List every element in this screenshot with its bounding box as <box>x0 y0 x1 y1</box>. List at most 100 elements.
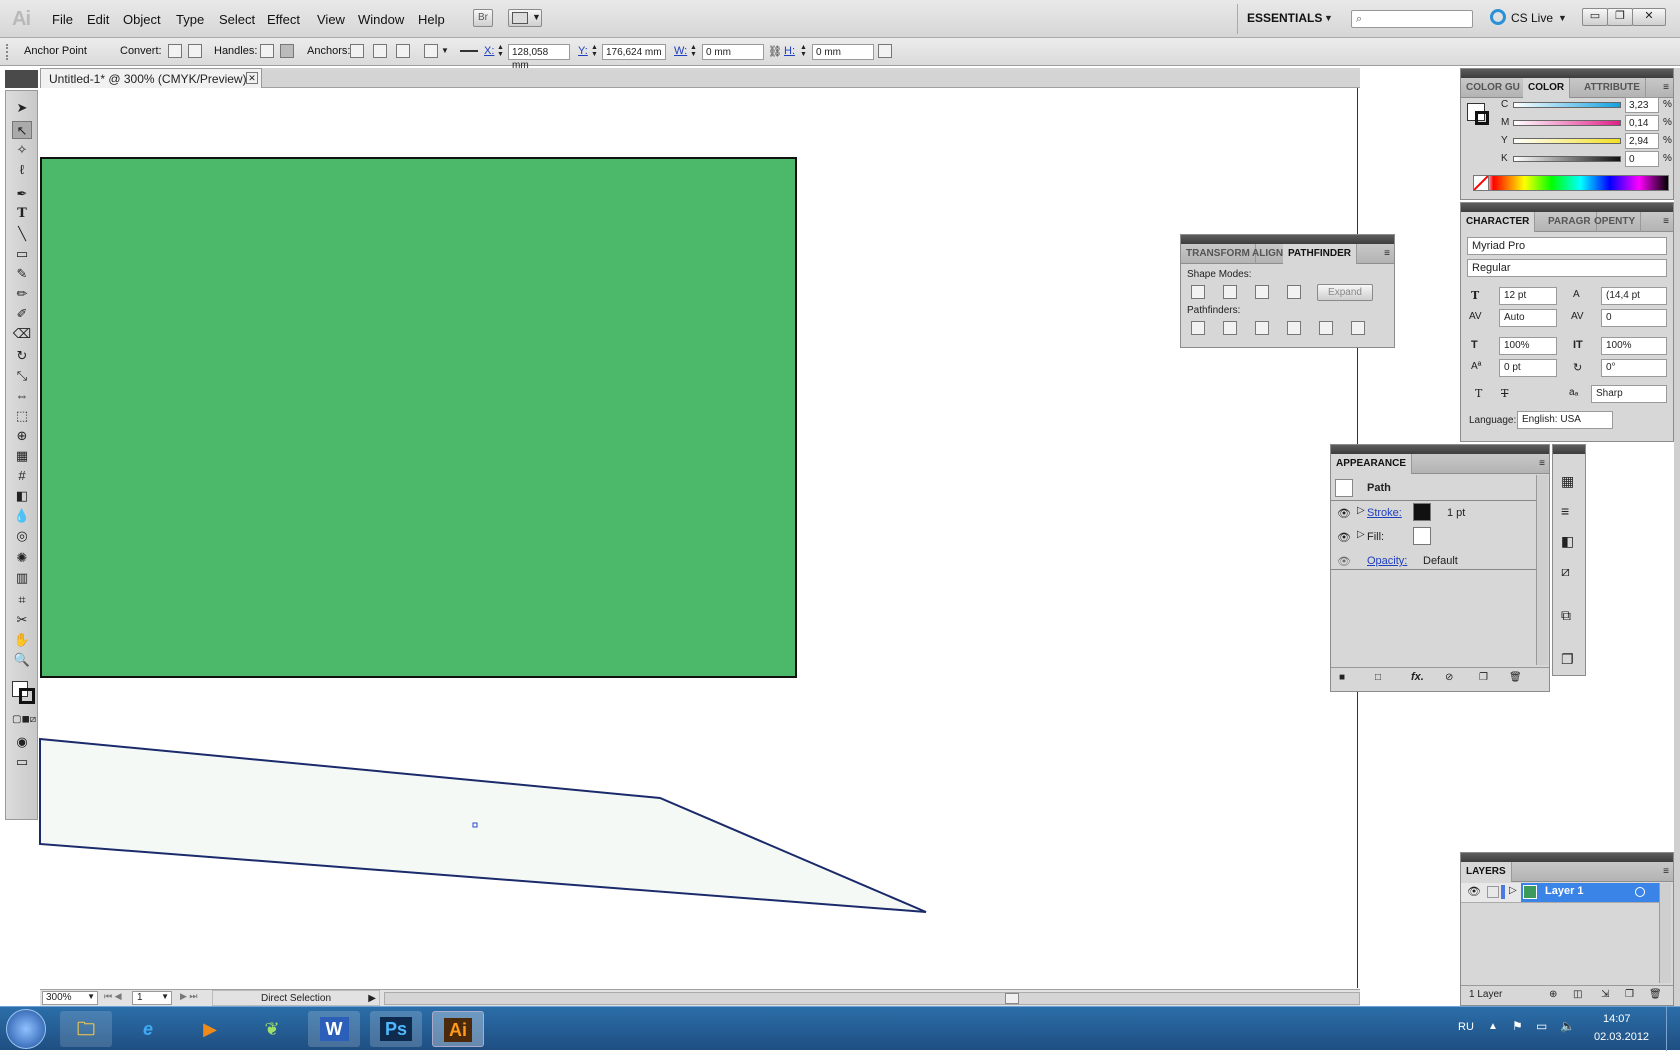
blend-icon[interactable]: ◎ <box>12 527 32 545</box>
expand-button[interactable]: Expand <box>1317 284 1373 301</box>
leading-field[interactable]: (14,4 pt <box>1601 287 1667 305</box>
fill-label[interactable]: Fill: <box>1367 531 1384 543</box>
channel-value[interactable]: 0 <box>1625 151 1659 167</box>
lasso-icon[interactable]: ℓ <box>12 161 32 179</box>
scale-icon[interactable]: ⤡ <box>12 367 32 385</box>
channel-slider[interactable] <box>1513 138 1621 144</box>
font-style-select[interactable]: Regular <box>1467 259 1667 277</box>
horizontal-scrollbar[interactable] <box>384 992 1360 1005</box>
opacity-label[interactable]: Opacity: <box>1367 555 1407 567</box>
tab-appearance[interactable]: APPEARANCE <box>1331 454 1413 474</box>
photoshop-icon[interactable]: Ps <box>370 1011 422 1047</box>
eye-icon[interactable]: 👁 <box>1337 507 1351 520</box>
delete-item-icon[interactable]: 🗑 <box>1509 672 1522 683</box>
channel-value[interactable]: 3,23 <box>1625 97 1659 113</box>
gradient-panel-icon[interactable]: ◧ <box>1561 533 1574 550</box>
eye-icon[interactable]: 👁 <box>1337 531 1351 544</box>
symbols-panel-icon[interactable]: ⧉ <box>1561 607 1571 624</box>
stroke-swatch[interactable] <box>19 688 35 704</box>
screen-mode-icon[interactable]: ▭ <box>12 753 32 771</box>
disclosure-triangle-icon[interactable]: ▷ <box>1357 505 1365 516</box>
trim-icon[interactable] <box>1223 321 1237 335</box>
start-button[interactable] <box>6 1009 46 1049</box>
stroke-label[interactable]: Stroke: <box>1367 507 1402 519</box>
illustrator-icon[interactable]: Ai <box>432 1011 484 1047</box>
tracking-field[interactable]: 0 <box>1601 309 1667 327</box>
baseline-shift-field[interactable]: 0 pt <box>1499 359 1557 377</box>
word-icon[interactable]: W <box>308 1011 360 1047</box>
pen-tool-icon[interactable]: ✒ <box>12 185 32 203</box>
channel-slider[interactable] <box>1513 120 1621 126</box>
artboard-tool-icon[interactable]: ⌗ <box>12 591 32 609</box>
mesh-icon[interactable]: # <box>12 467 32 485</box>
selected-path[interactable] <box>39 737 927 913</box>
clock-date[interactable]: 02.03.2012 <box>1594 1031 1649 1043</box>
tab-transform[interactable]: TRANSFORM <box>1181 244 1256 264</box>
artboard-number-field[interactable]: 1 ▼ <box>132 991 172 1005</box>
tab-attributes[interactable]: ATTRIBUTE <box>1579 78 1646 98</box>
last-artboard-icon[interactable]: ▶ ⏭ <box>180 991 198 1002</box>
blob-brush-icon[interactable]: ✐ <box>12 305 32 323</box>
new-layer-icon[interactable]: ❐ <box>1625 989 1634 1000</box>
swatches-icon[interactable]: ▦ <box>1561 473 1574 490</box>
clock-time[interactable]: 14:07 <box>1603 1013 1631 1025</box>
type-tool-icon[interactable]: T <box>12 205 32 223</box>
vertical-scale-field[interactable]: 100% <box>1499 337 1557 355</box>
panel-menu-icon[interactable]: ≡ <box>1384 248 1390 259</box>
line-tool-icon[interactable]: ╲ <box>12 225 32 243</box>
language-indicator[interactable]: RU <box>1458 1021 1474 1033</box>
zoom-field[interactable]: 300% ▼ <box>42 991 98 1005</box>
antialias-select[interactable]: Sharp <box>1591 385 1667 403</box>
target-icon[interactable] <box>1635 887 1645 897</box>
channel-slider[interactable] <box>1513 102 1621 108</box>
minus-back-icon[interactable] <box>1351 321 1365 335</box>
fx-icon[interactable]: fx. <box>1411 671 1424 683</box>
tab-color-guide[interactable]: COLOR GU <box>1461 78 1526 98</box>
first-artboard-icon[interactable]: ⏮ ◀ <box>104 991 122 1002</box>
language-select[interactable]: English: USA <box>1517 411 1613 429</box>
channel-value[interactable]: 0,14 <box>1625 115 1659 131</box>
eye-icon[interactable]: 👁 <box>1337 555 1351 568</box>
clipping-mask-icon[interactable]: ◫ <box>1573 989 1582 1000</box>
hand-tool-icon[interactable]: ✋ <box>12 631 32 649</box>
show-hidden-icons[interactable]: ▲ <box>1488 1021 1498 1032</box>
tab-layers[interactable]: LAYERS <box>1461 862 1512 882</box>
volume-icon[interactable]: 🔈 <box>1560 1019 1575 1033</box>
disclosure-triangle-icon[interactable]: ▷ <box>1357 529 1365 540</box>
panel-menu-icon[interactable]: ≡ <box>1663 82 1669 93</box>
stroke-panel-icon[interactable]: ≡ <box>1561 503 1569 519</box>
panel-menu-icon[interactable]: ≡ <box>1663 216 1669 227</box>
paintbrush-icon[interactable]: ✎ <box>12 265 32 283</box>
layer-row[interactable]: 👁 ▷ Layer 1 <box>1461 883 1659 903</box>
explorer-icon[interactable]: 🗀 <box>60 1011 112 1047</box>
divide-icon[interactable] <box>1191 321 1205 335</box>
add-stroke-icon[interactable]: ■ <box>1339 672 1345 683</box>
kerning-field[interactable]: Auto <box>1499 309 1557 327</box>
stroke-swatch[interactable] <box>1475 111 1489 125</box>
tab-character[interactable]: CHARACTER <box>1461 212 1536 232</box>
rectangle-tool-icon[interactable]: ▭ <box>12 245 32 263</box>
crop-icon[interactable] <box>1287 321 1301 335</box>
gradient-icon[interactable]: ◧ <box>12 487 32 505</box>
action-center-icon[interactable]: ⚑ <box>1512 1019 1523 1033</box>
add-fill-icon[interactable]: □ <box>1375 672 1381 683</box>
draw-mode-icon[interactable]: ◉ <box>12 733 32 751</box>
underline-icon[interactable]: T <box>1475 387 1482 400</box>
tab-color[interactable]: COLOR <box>1523 78 1571 98</box>
strikethrough-icon[interactable]: T <box>1501 387 1508 400</box>
width-tool-icon[interactable]: ⇔ <box>12 387 32 405</box>
slice-tool-icon[interactable]: ✂ <box>12 611 32 629</box>
dreamweaver-icon[interactable]: ❦ <box>246 1011 298 1047</box>
eyedropper-icon[interactable]: 💧 <box>12 507 32 525</box>
selection-tool-icon[interactable]: ➤ <box>12 99 32 117</box>
duplicate-item-icon[interactable]: ❐ <box>1479 672 1488 683</box>
font-family-select[interactable]: Myriad Pro <box>1467 237 1667 255</box>
free-transform-icon[interactable]: ⬚ <box>12 407 32 425</box>
graphic-styles-icon[interactable]: ❐ <box>1561 651 1574 668</box>
pencil-icon[interactable]: ✏ <box>12 285 32 303</box>
merge-icon[interactable] <box>1255 321 1269 335</box>
horizontal-scale-field[interactable]: 100% <box>1601 337 1667 355</box>
stroke-weight[interactable]: 1 pt <box>1447 507 1465 519</box>
color-mode-icon[interactable]: ▢◼⧄ <box>12 711 36 729</box>
panel-menu-icon[interactable]: ≡ <box>1539 458 1545 469</box>
